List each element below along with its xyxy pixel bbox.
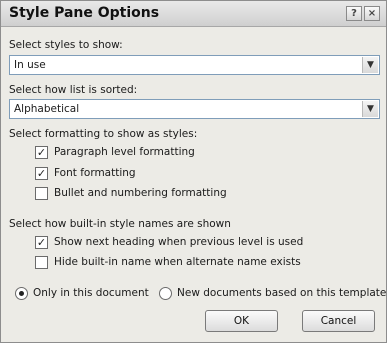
formatting-label: Select formatting to show as styles: xyxy=(9,128,198,140)
bullet-formatting-label: Bullet and numbering formatting xyxy=(54,187,227,199)
sort-order-label: Select how list is sorted: xyxy=(9,84,138,96)
styles-to-show-value: In use xyxy=(14,59,46,71)
show-next-heading-label: Show next heading when previous level is… xyxy=(54,236,304,248)
only-this-document-radio[interactable] xyxy=(15,287,28,300)
cancel-button[interactable]: Cancel xyxy=(302,310,375,332)
sort-order-dropdown[interactable]: Alphabetical ▼ xyxy=(9,99,380,119)
chevron-down-icon[interactable]: ▼ xyxy=(362,101,378,117)
builtin-names-label: Select how built-in style names are show… xyxy=(9,218,231,230)
paragraph-formatting-checkbox[interactable]: ✓ xyxy=(35,146,48,159)
font-formatting-label: Font formatting xyxy=(54,167,136,179)
style-pane-options-dialog: Style Pane Options ? × Select styles to … xyxy=(0,0,387,343)
sort-order-value: Alphabetical xyxy=(14,103,80,115)
bullet-formatting-checkbox[interactable] xyxy=(35,187,48,200)
show-next-heading-checkbox[interactable]: ✓ xyxy=(35,236,48,249)
only-this-document-label: Only in this document xyxy=(33,287,149,299)
chevron-down-icon[interactable]: ▼ xyxy=(362,57,378,73)
help-icon[interactable]: ? xyxy=(346,6,362,21)
dialog-title: Style Pane Options xyxy=(9,5,160,21)
new-documents-radio[interactable] xyxy=(159,287,172,300)
title-bar: Style Pane Options ? × xyxy=(1,1,386,27)
paragraph-formatting-label: Paragraph level formatting xyxy=(54,146,195,158)
hide-builtin-name-label: Hide built-in name when alternate name e… xyxy=(54,256,301,268)
ok-button[interactable]: OK xyxy=(205,310,278,332)
radio-selected-dot xyxy=(19,291,24,296)
styles-to-show-dropdown[interactable]: In use ▼ xyxy=(9,55,380,75)
font-formatting-checkbox[interactable]: ✓ xyxy=(35,167,48,180)
close-icon[interactable]: × xyxy=(364,6,380,21)
hide-builtin-name-checkbox[interactable] xyxy=(35,256,48,269)
styles-to-show-label: Select styles to show: xyxy=(9,39,123,51)
new-documents-label: New documents based on this template xyxy=(177,287,387,299)
